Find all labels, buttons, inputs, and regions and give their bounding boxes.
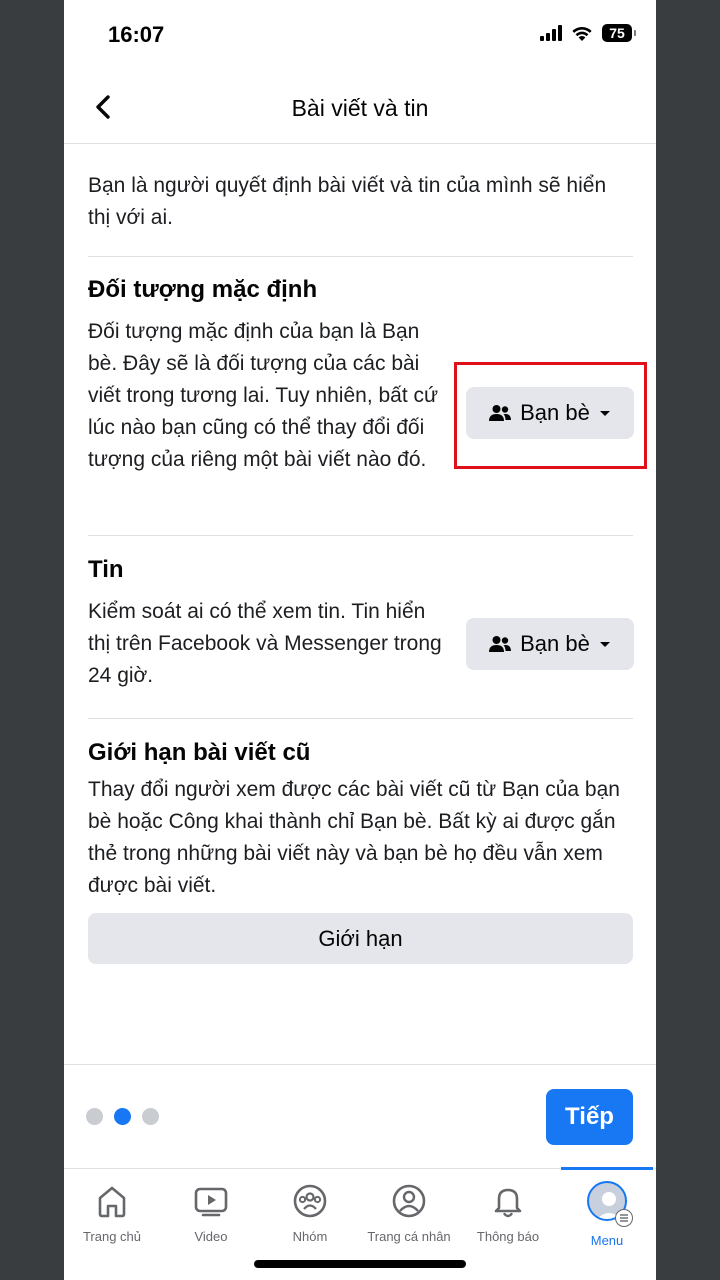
caret-down-icon bbox=[599, 411, 610, 416]
divider bbox=[88, 718, 633, 719]
tab-home[interactable]: Trang chủ bbox=[64, 1181, 162, 1244]
footer-divider bbox=[64, 1064, 656, 1065]
pagination-dot-active bbox=[114, 1108, 131, 1125]
profile-icon bbox=[392, 1184, 426, 1218]
stories-audience-label: Bạn bè bbox=[520, 631, 590, 656]
menu-lines-icon bbox=[615, 1209, 633, 1227]
phone-screen: 16:07 75 Bài viết và tin Bạn là người qu… bbox=[64, 0, 656, 1280]
pagination-dot bbox=[86, 1108, 103, 1125]
signal-icon bbox=[540, 25, 562, 41]
next-button[interactable]: Tiếp bbox=[546, 1089, 633, 1145]
tab-profile[interactable]: Trang cá nhân bbox=[359, 1181, 459, 1244]
tab-label: Video bbox=[194, 1229, 228, 1244]
default-audience-button[interactable]: Bạn bè bbox=[466, 387, 634, 439]
tab-label: Thông báo bbox=[476, 1229, 540, 1244]
default-audience-title: Đối tượng mặc định bbox=[88, 276, 318, 303]
bell-icon bbox=[494, 1188, 522, 1218]
tab-label: Trang cá nhân bbox=[367, 1229, 451, 1244]
tab-video[interactable]: Video bbox=[161, 1181, 261, 1244]
status-time: 16:07 bbox=[108, 22, 165, 47]
tab-label: Nhóm bbox=[292, 1229, 328, 1244]
limit-past-title: Giới hạn bài viết cũ bbox=[88, 739, 311, 766]
active-tab-indicator bbox=[561, 1167, 653, 1170]
groups-icon bbox=[293, 1184, 327, 1218]
wifi-icon bbox=[572, 26, 592, 41]
default-audience-description: Đối tượng mặc định của bạn là Bạn bè. Đâ… bbox=[88, 320, 439, 471]
tab-groups[interactable]: Nhóm bbox=[260, 1181, 360, 1244]
intro-text: Bạn là người quyết định bài viết và tin … bbox=[88, 174, 607, 229]
pagination-dot bbox=[142, 1108, 159, 1125]
divider bbox=[88, 256, 633, 257]
home-icon bbox=[98, 1186, 126, 1218]
nav-header: Bài viết và tin bbox=[64, 70, 656, 144]
page-title: Bài viết và tin bbox=[291, 95, 429, 121]
status-bar: 16:07 75 bbox=[64, 0, 656, 70]
friends-icon bbox=[489, 636, 512, 652]
tab-menu[interactable]: Menu bbox=[557, 1181, 656, 1248]
caret-down-icon bbox=[599, 642, 610, 647]
tab-label: Menu bbox=[590, 1233, 624, 1248]
stories-title: Tin bbox=[88, 556, 124, 583]
default-audience-label: Bạn bè bbox=[520, 400, 590, 425]
tab-notifications[interactable]: Thông báo bbox=[458, 1181, 558, 1244]
home-indicator bbox=[254, 1260, 466, 1268]
stories-description: Kiểm soát ai có thể xem tin. Tin hiển th… bbox=[88, 600, 442, 687]
stories-audience-button[interactable]: Bạn bè bbox=[466, 618, 634, 670]
limit-past-description: Thay đổi người xem được các bài viết cũ … bbox=[88, 778, 620, 897]
video-icon bbox=[194, 1187, 228, 1217]
divider bbox=[88, 535, 633, 536]
tab-label: Trang chủ bbox=[82, 1229, 142, 1244]
menu-avatar-icon bbox=[585, 1181, 633, 1227]
limit-past-button[interactable]: Giới hạn bbox=[88, 913, 633, 964]
pagination-dots bbox=[86, 1108, 159, 1125]
friends-icon bbox=[489, 405, 512, 421]
battery-icon: 75 bbox=[602, 24, 636, 42]
status-icons: 75 bbox=[540, 24, 636, 42]
